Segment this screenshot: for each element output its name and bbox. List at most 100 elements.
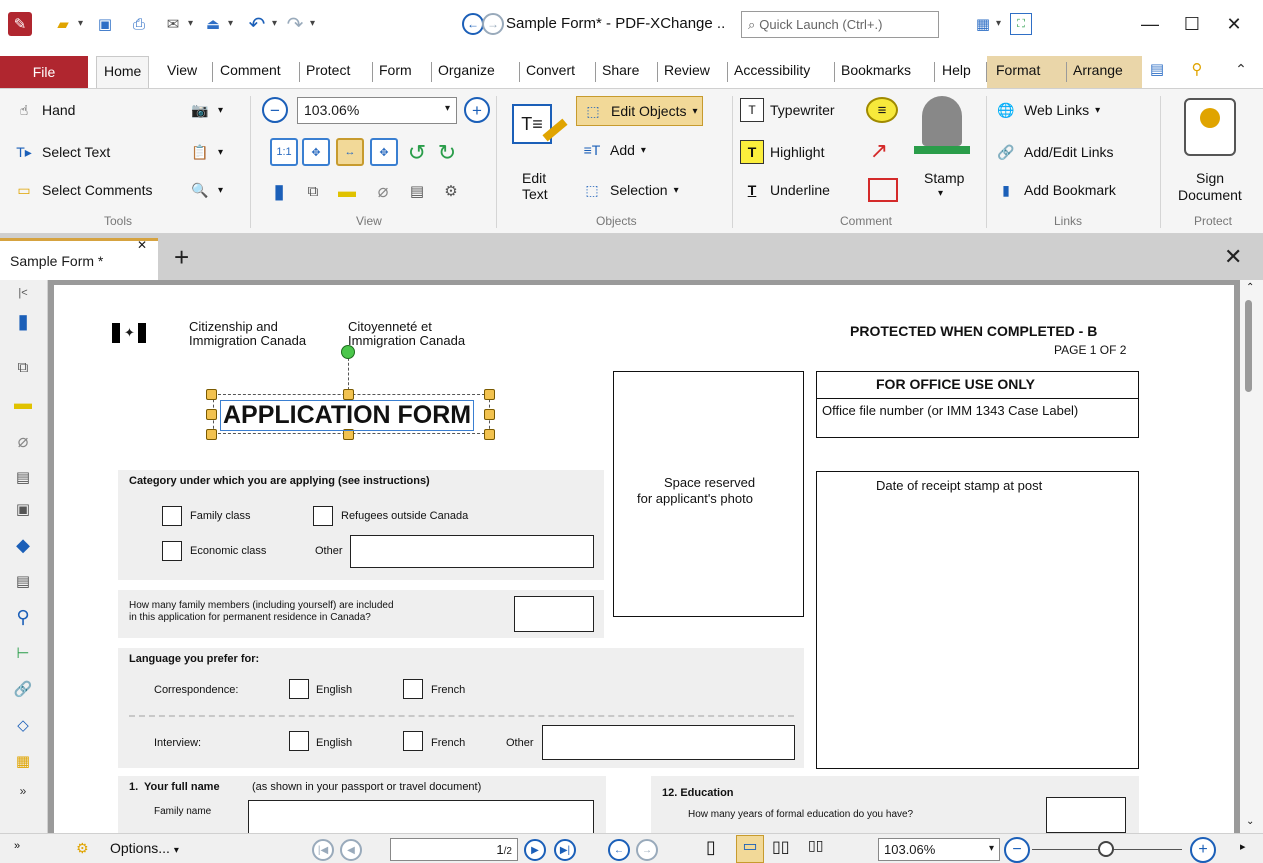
app-logo-icon[interactable]: ✎: [8, 12, 32, 36]
scroll-thumb[interactable]: [1245, 300, 1252, 392]
family-class-checkbox[interactable]: [162, 506, 182, 526]
selection-button[interactable]: ⬚ Selection ▾: [580, 178, 678, 202]
resize-handle[interactable]: [206, 429, 217, 440]
tab-bookmarks[interactable]: Bookmarks: [841, 62, 911, 78]
thumbnails-icon[interactable]: ⧉: [12, 356, 34, 378]
chevron-down-icon[interactable]: ▾: [310, 18, 315, 29]
attachments-icon[interactable]: ⌀: [370, 178, 396, 204]
expand-icon[interactable]: »: [14, 840, 20, 852]
add-edit-links-button[interactable]: 🔗 Add/Edit Links: [994, 140, 1113, 164]
underline-button[interactable]: T Underline: [740, 178, 830, 202]
comments-pane-icon[interactable]: ▬: [334, 178, 360, 204]
document-tab[interactable]: Sample Form *: [0, 238, 158, 280]
edit-objects-button[interactable]: ⬚ Edit Objects ▾: [576, 96, 703, 126]
resize-handle[interactable]: [484, 429, 495, 440]
interview-other-field[interactable]: [542, 725, 795, 760]
scroll-down-icon[interactable]: ⌄: [1246, 816, 1254, 827]
tab-protect[interactable]: Protect: [306, 62, 350, 78]
add-bookmark-button[interactable]: ▮ Add Bookmark: [994, 178, 1116, 202]
close-document-icon[interactable]: ✕: [1224, 244, 1242, 270]
save-icon[interactable]: ▣: [92, 11, 118, 37]
maximize-button[interactable]: ☐: [1172, 10, 1212, 38]
tab-review[interactable]: Review: [664, 62, 710, 78]
full-screen-icon[interactable]: ⛶: [1010, 13, 1032, 35]
status-zoom-in-button[interactable]: +: [1190, 837, 1216, 863]
thumbnails-icon[interactable]: ⧉: [300, 178, 326, 204]
undo-icon[interactable]: ↶: [244, 11, 270, 37]
stamp-button[interactable]: Stamp ▾: [910, 96, 974, 206]
rotate-handle[interactable]: [341, 345, 355, 359]
structure-icon[interactable]: ⊢: [12, 642, 34, 664]
single-page-icon[interactable]: ▯: [706, 837, 716, 858]
destinations-icon[interactable]: ⚲: [12, 606, 34, 628]
redo-icon[interactable]: ↷: [282, 11, 308, 37]
tab-form[interactable]: Form: [379, 62, 412, 78]
select-comments-button[interactable]: ▭ Select Comments: [12, 178, 152, 202]
next-view-button[interactable]: →: [636, 839, 658, 861]
sticky-note-icon[interactable]: ≡: [866, 97, 898, 123]
rotate-right-icon[interactable]: ↻: [434, 140, 460, 166]
bookmarks-icon[interactable]: ▮: [12, 310, 34, 333]
hand-tool-button[interactable]: ☝ Hand: [12, 98, 76, 122]
previous-view-button[interactable]: ←: [608, 839, 630, 861]
options-button[interactable]: Options... ▾: [110, 840, 179, 856]
zoom-level-select[interactable]: 103.06% ▾: [297, 97, 457, 124]
tab-arrange[interactable]: Arrange: [1073, 62, 1123, 78]
tab-file[interactable]: File: [0, 56, 88, 88]
tab-home[interactable]: Home: [96, 56, 150, 89]
find-button[interactable]: 🔍 ▾: [188, 178, 223, 202]
tab-format[interactable]: Format: [996, 62, 1040, 78]
forward-icon[interactable]: →: [482, 13, 504, 35]
clipboard-button[interactable]: 📋 ▾: [188, 140, 223, 164]
status-zoom-out-button[interactable]: −: [1004, 837, 1030, 863]
resize-handle[interactable]: [206, 389, 217, 400]
print-icon[interactable]: ⎙: [126, 11, 152, 37]
chevron-down-icon[interactable]: ▾: [996, 18, 1001, 29]
two-pages-icon[interactable]: ▯▯: [772, 837, 790, 857]
next-page-button[interactable]: ▶: [524, 839, 546, 861]
family-members-field[interactable]: [514, 596, 594, 632]
arrow-icon[interactable]: ↗: [866, 138, 892, 164]
previous-page-button[interactable]: ◀: [340, 839, 362, 861]
tab-convert[interactable]: Convert: [526, 62, 575, 78]
email-icon[interactable]: ✉: [160, 11, 186, 37]
close-tab-icon[interactable]: ✕: [137, 238, 147, 252]
rotate-left-icon[interactable]: ↺: [404, 140, 430, 166]
properties-icon[interactable]: ⚙: [438, 178, 464, 204]
resize-handle[interactable]: [484, 389, 495, 400]
document-properties-icon[interactable]: ▤: [1144, 56, 1170, 82]
chevron-down-icon[interactable]: ▾: [78, 18, 83, 29]
family-name-field[interactable]: [248, 800, 594, 833]
comments-icon[interactable]: ▬: [12, 392, 34, 414]
expand-right-icon[interactable]: ▸: [1240, 840, 1246, 853]
interview-french-checkbox[interactable]: [403, 731, 423, 751]
typewriter-button[interactable]: T Typewriter: [740, 98, 835, 122]
highlight-button[interactable]: T Highlight: [740, 140, 824, 164]
more-panels-icon[interactable]: »: [12, 780, 34, 802]
actual-size-icon[interactable]: 1:1: [270, 138, 298, 166]
tab-accessibility[interactable]: Accessibility: [734, 62, 810, 78]
find-icon[interactable]: ⚲: [1184, 56, 1210, 82]
resize-handle[interactable]: [343, 389, 354, 400]
quick-launch-input[interactable]: ⌕ Quick Launch (Ctrl+.): [741, 11, 939, 38]
content-icon[interactable]: ▤: [404, 178, 430, 204]
snapshot-button[interactable]: 📷 ▾: [188, 98, 223, 122]
layers-icon[interactable]: ◆: [12, 534, 34, 556]
chevron-down-icon[interactable]: ▾: [228, 18, 233, 29]
tab-comment[interactable]: Comment: [220, 62, 281, 78]
zoom-in-button[interactable]: +: [464, 97, 490, 123]
form-title[interactable]: APPLICATION FORM: [220, 400, 475, 431]
signatures-icon[interactable]: ▣: [12, 498, 34, 520]
two-pages-continuous-icon[interactable]: ▯▯: [808, 837, 823, 854]
open-folder-icon[interactable]: ▰: [50, 11, 76, 37]
tab-share[interactable]: Share: [602, 62, 639, 78]
chevron-down-icon[interactable]: ▾: [272, 18, 277, 29]
page-number-input[interactable]: 1/2: [390, 838, 518, 861]
scan-icon[interactable]: ⏏: [200, 11, 226, 37]
correspondence-english-checkbox[interactable]: [289, 679, 309, 699]
fit-page-icon[interactable]: ✥: [302, 138, 330, 166]
continuous-page-icon[interactable]: ▭: [736, 835, 764, 863]
back-icon[interactable]: ←: [462, 13, 484, 35]
last-page-button[interactable]: ▶|: [554, 839, 576, 861]
document-view[interactable]: ✦ Citizenship and Immigration Canada Cit…: [48, 280, 1240, 833]
